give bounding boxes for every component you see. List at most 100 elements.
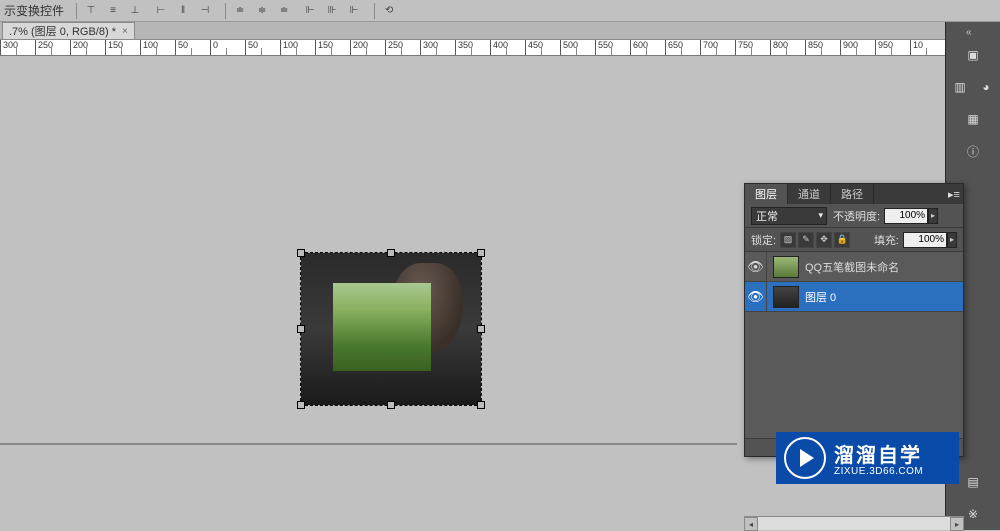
ruler-tick: 150: [105, 40, 135, 56]
transform-handle-ml[interactable]: [297, 325, 305, 333]
ruler-tick: 450: [525, 40, 555, 56]
play-circle-icon: [784, 437, 826, 479]
fill-flyout-icon[interactable]: ▸: [947, 232, 957, 248]
ruler-tick: 300: [420, 40, 450, 56]
opacity-input[interactable]: 100%: [884, 208, 928, 224]
ruler-tick: 250: [35, 40, 65, 56]
ruler-tick: 500: [560, 40, 590, 56]
layer-row[interactable]: 👁 QQ五笔截图未命名: [745, 252, 963, 282]
horizontal-scrollbar[interactable]: ◂ ▸: [744, 516, 964, 530]
distribute-right-icon[interactable]: ⊩: [344, 2, 364, 20]
blend-mode-value: 正常: [756, 208, 778, 224]
distribute-bottom-icon[interactable]: ≐: [274, 2, 294, 20]
watermark-badge: 溜溜自学 ZIXUE.3D66.COM: [776, 432, 959, 484]
blend-opacity-row: 正常 ▾ 不透明度: 100% ▸: [745, 204, 963, 228]
ruler-tick: 200: [70, 40, 100, 56]
fill-label: 填充:: [874, 232, 899, 248]
layer-thumbnail[interactable]: [773, 256, 799, 278]
color-icon[interactable]: ◕: [976, 77, 996, 97]
transform-handle-br[interactable]: [477, 401, 485, 409]
close-icon[interactable]: ×: [122, 26, 128, 37]
lock-all-icon[interactable]: 🔒: [834, 232, 850, 248]
visibility-icon[interactable]: 👁: [745, 252, 767, 281]
transform-handle-mr[interactable]: [477, 325, 485, 333]
scroll-track[interactable]: [758, 517, 950, 530]
distribute-group-2: ⊩ ⊪ ⊩: [300, 2, 364, 20]
scroll-left-icon[interactable]: ◂: [744, 517, 758, 531]
lock-fill-row: 锁定: ▨ ✎ ✥ 🔒 填充: 100% ▸: [745, 228, 963, 252]
transform-handle-tr[interactable]: [477, 249, 485, 257]
styles-icon[interactable]: ▤: [963, 472, 983, 492]
fill-input[interactable]: 100%: [903, 232, 947, 248]
options-toolbar: 示变换控件 ⊤ ≡ ⊥ ⊢ ‖ ⊣ ≐ ≑ ≐ ⊩ ⊪ ⊩ ⟲: [0, 0, 1000, 22]
tab-paths[interactable]: 路径: [831, 184, 874, 204]
layer-thumbnail[interactable]: [773, 286, 799, 308]
watermark-cn: 溜溜自学: [834, 439, 923, 468]
align-left-icon[interactable]: ⊢: [151, 2, 171, 20]
adjustments-icon[interactable]: ▦: [963, 109, 983, 129]
panel-tabs: 图层 通道 路径 ▸≡: [745, 184, 963, 204]
info-icon[interactable]: ⓘ: [963, 141, 983, 161]
align-group-1: ⊤ ≡ ⊥: [81, 2, 145, 20]
layer-row[interactable]: 👁 图层 0: [745, 282, 963, 312]
transform-handle-bm[interactable]: [387, 401, 395, 409]
transform-handle-tl[interactable]: [297, 249, 305, 257]
document-tab[interactable]: .7% (图层 0, RGB/8) * ×: [2, 22, 135, 39]
align-vcenter-icon[interactable]: ≡: [103, 2, 123, 20]
scroll-right-icon[interactable]: ▸: [950, 517, 964, 531]
history-icon[interactable]: ▥: [950, 77, 970, 97]
ruler-tick: 200: [350, 40, 380, 56]
tab-title: .7% (图层 0, RGB/8) *: [9, 23, 116, 39]
document-tab-bar: .7% (图层 0, RGB/8) * ×: [0, 22, 945, 40]
opacity-value: 100%: [899, 210, 925, 221]
opacity-flyout-icon[interactable]: ▸: [928, 208, 938, 224]
ruler-tick: 600: [630, 40, 660, 56]
lock-pixels-icon[interactable]: ✎: [798, 232, 814, 248]
ruler-tick: 750: [735, 40, 765, 56]
distribute-top-icon[interactable]: ≐: [230, 2, 250, 20]
ruler-tick: 150: [315, 40, 345, 56]
distribute-group-1: ≐ ≑ ≐: [230, 2, 294, 20]
align-right-icon[interactable]: ⊣: [195, 2, 215, 20]
ruler-tick: 550: [595, 40, 625, 56]
overlay-landscape: [333, 283, 431, 371]
align-bottom-icon[interactable]: ⊥: [125, 2, 145, 20]
ruler-tick: 300: [0, 40, 30, 56]
watermark-text: 溜溜自学 ZIXUE.3D66.COM: [834, 439, 923, 477]
distribute-vcenter-icon[interactable]: ≑: [252, 2, 272, 20]
layer-name[interactable]: 图层 0: [805, 289, 836, 305]
transform-selection[interactable]: [300, 252, 482, 406]
ruler-tick: 350: [455, 40, 485, 56]
align-top-icon[interactable]: ⊤: [81, 2, 101, 20]
ruler-tick: 250: [385, 40, 415, 56]
transform-handle-bl[interactable]: [297, 401, 305, 409]
lock-position-icon[interactable]: ✥: [816, 232, 832, 248]
expand-icon[interactable]: «: [966, 27, 980, 39]
transform-handle-tm[interactable]: [387, 249, 395, 257]
visibility-icon[interactable]: 👁: [745, 282, 767, 311]
ruler-tick: 100: [280, 40, 310, 56]
lock-label: 锁定:: [751, 232, 776, 248]
ruler-tick: 400: [490, 40, 520, 56]
distribute-left-icon[interactable]: ⊩: [300, 2, 320, 20]
swatches-icon[interactable]: ※: [963, 504, 983, 524]
lock-transparent-icon[interactable]: ▨: [780, 232, 796, 248]
blend-mode-select[interactable]: 正常 ▾: [751, 207, 827, 225]
ruler-tick: 650: [665, 40, 695, 56]
auto-align-icon[interactable]: ⟲: [379, 2, 399, 20]
ruler-tick: 50: [175, 40, 205, 56]
tab-channels[interactable]: 通道: [788, 184, 831, 204]
horizontal-ruler: 3002502001501005005010015020025030035040…: [0, 40, 945, 56]
distribute-hcenter-icon[interactable]: ⊪: [322, 2, 342, 20]
separator: [76, 3, 77, 19]
align-hcenter-icon[interactable]: ‖: [173, 2, 193, 20]
mini-bridge-icon[interactable]: ▣: [963, 45, 983, 65]
layer-name[interactable]: QQ五笔截图未命名: [805, 259, 899, 275]
ruler-tick: 800: [770, 40, 800, 56]
panel-menu-icon[interactable]: ▸≡: [945, 184, 963, 204]
ruler-tick: 950: [875, 40, 905, 56]
layer-image: [301, 253, 481, 405]
ruler-tick: 850: [805, 40, 835, 56]
tab-layers[interactable]: 图层: [745, 184, 788, 204]
toolbar-label: 示变换控件: [4, 2, 64, 19]
